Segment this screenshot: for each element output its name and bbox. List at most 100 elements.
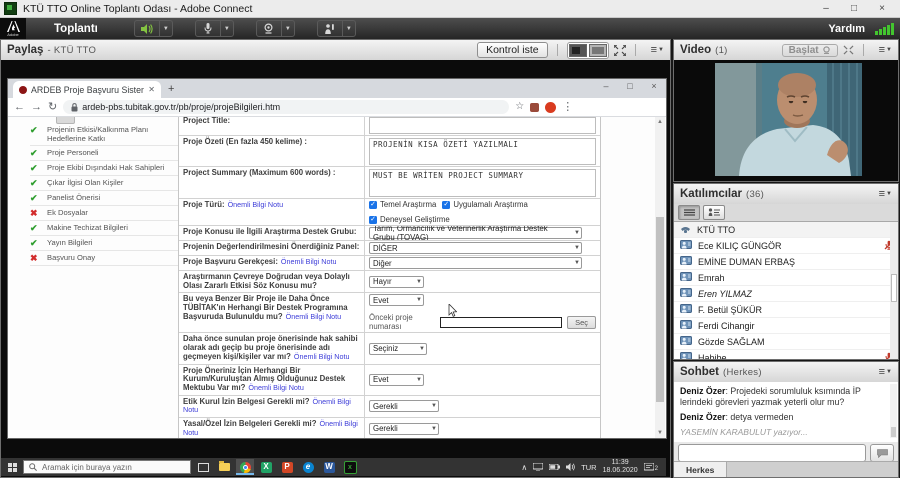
checkbox-option[interactable]: ✓Uygulamalı Araştırma xyxy=(442,200,528,209)
microphone-icon[interactable] xyxy=(196,21,220,36)
start-button[interactable] xyxy=(1,463,23,472)
help-menu[interactable]: Yardım xyxy=(828,23,865,35)
select-field[interactable]: Hayır▼ xyxy=(369,276,424,288)
checklist-item[interactable]: ✔Makine Techizat Bilgileri xyxy=(30,221,182,236)
checklist-item[interactable]: ✖Başvuru Onay xyxy=(30,251,182,266)
edge-icon[interactable]: e xyxy=(299,459,317,475)
browser-menu-icon[interactable]: ⋮ xyxy=(562,102,573,113)
attendee-list-view-icon[interactable] xyxy=(678,205,700,220)
participant-row[interactable]: Emrah xyxy=(674,270,898,286)
checklist-item[interactable]: ✔Panelist Önerisi xyxy=(30,191,182,206)
battery-icon[interactable] xyxy=(549,464,560,470)
textarea-field[interactable]: PROJENİN KISA ÖZETİ YAZILMALI xyxy=(369,138,596,165)
textarea-field[interactable] xyxy=(369,117,596,134)
scroll-down-icon[interactable]: ▼ xyxy=(655,428,665,438)
select-field[interactable]: Evet▼ xyxy=(369,374,424,386)
webcam-button-group[interactable]: ▼ xyxy=(256,20,295,37)
attendee-status-view-icon[interactable] xyxy=(703,205,725,220)
participant-row[interactable]: F. Betül ŞÜKÜR xyxy=(674,302,898,318)
window-minimize-button[interactable]: – xyxy=(812,0,840,17)
start-webcam-button[interactable]: Başlat xyxy=(782,44,838,57)
participant-row[interactable]: Ferdi Cihangir xyxy=(674,318,898,334)
tab-close-icon[interactable]: ✕ xyxy=(148,85,155,94)
participants-scrollbar[interactable] xyxy=(890,222,898,359)
word-icon[interactable]: W xyxy=(320,459,338,475)
checklist-item[interactable]: ✖Ek Dosyalar xyxy=(30,206,182,221)
request-control-button[interactable]: Kontrol iste xyxy=(477,42,548,58)
share-view-presenter-icon[interactable] xyxy=(569,44,587,57)
reload-icon[interactable]: ↻ xyxy=(48,102,57,113)
page-scrollbar[interactable]: ▲ ▼ xyxy=(655,117,665,438)
back-icon[interactable]: ← xyxy=(14,102,25,113)
chat-pane-menu-icon[interactable]: ≡▼ xyxy=(879,368,892,377)
browser-tab[interactable]: ARDEB Proje Başvuru Sistemi ✕ xyxy=(13,81,161,98)
forward-icon[interactable]: → xyxy=(31,102,42,113)
checklist-item[interactable]: ✔Projenin Etkisi/Kalkınma Planı Hedefler… xyxy=(30,123,182,146)
share-fullscreen-icon[interactable] xyxy=(614,45,626,56)
select-field[interactable]: Evet▼ xyxy=(369,294,424,306)
share-view-toggle[interactable] xyxy=(567,42,609,59)
explorer-icon[interactable] xyxy=(215,459,233,475)
previous-project-number-input[interactable] xyxy=(440,317,562,328)
video-fullscreen-icon[interactable] xyxy=(843,45,854,55)
excel-icon[interactable]: X xyxy=(257,459,275,475)
taskbar-search[interactable]: Aramak için buraya yazın xyxy=(23,460,191,474)
extension-icon[interactable] xyxy=(530,103,539,112)
textarea-field[interactable]: MUST BE WRİTEN PROJECT SUMMARY xyxy=(369,169,596,197)
window-close-button[interactable]: × xyxy=(868,0,896,17)
profile-avatar[interactable] xyxy=(545,102,556,113)
chat-input[interactable] xyxy=(678,444,866,462)
raise-hand-button-group[interactable]: ▼ xyxy=(317,20,356,37)
checklist-item[interactable]: ✔Yayın Bilgileri xyxy=(30,236,182,251)
participant-row[interactable]: Gözde SAĞLAM xyxy=(674,334,898,350)
bookmark-star-icon[interactable]: ☆ xyxy=(515,102,524,112)
checklist-item[interactable]: ✔Proje Personeli xyxy=(30,146,182,161)
chrome-icon[interactable] xyxy=(236,459,254,475)
chat-tab-herkes[interactable]: Herkes xyxy=(674,462,727,477)
network-icon[interactable] xyxy=(533,463,543,471)
select-field[interactable]: Gerekli▼ xyxy=(369,400,439,412)
new-tab-button[interactable]: + xyxy=(168,83,174,95)
microphone-button-group[interactable]: ▼ xyxy=(195,20,234,37)
participant-row[interactable]: Eren YILMAZ xyxy=(674,286,898,302)
select-project-button[interactable]: Seç xyxy=(567,316,596,329)
microphone-dropdown-icon[interactable]: ▼ xyxy=(220,21,233,36)
checkbox-option[interactable]: ✓Deneysel Geliştirme xyxy=(369,215,450,224)
participant-row[interactable]: Habibe xyxy=(674,350,898,359)
task-view-icon[interactable] xyxy=(194,459,212,475)
menu-toplanti[interactable]: Toplantı xyxy=(44,23,108,35)
info-note-link[interactable]: Önemli Bilgi Notu xyxy=(228,200,284,209)
scrollbar-thumb[interactable] xyxy=(656,217,664,402)
webcam-dropdown-icon[interactable]: ▼ xyxy=(281,21,294,36)
browser-minimize-button[interactable]: – xyxy=(594,79,618,95)
scroll-up-icon[interactable]: ▲ xyxy=(655,117,665,127)
tray-clock[interactable]: 11:39 18.06.2020 xyxy=(603,459,638,475)
info-note-link[interactable]: Önemli Bilgi Notu xyxy=(248,383,304,392)
tray-expand-icon[interactable]: ∧ xyxy=(521,463,527,472)
speaker-button-group[interactable]: ▼ xyxy=(134,20,173,37)
address-bar[interactable]: ardeb-pbs.tubitak.gov.tr/pb/proje/projeB… xyxy=(63,100,509,114)
participant-row[interactable]: EMİNE DUMAN ERBAŞ xyxy=(674,254,898,270)
video-pane-menu-icon[interactable]: ≡▼ xyxy=(879,46,892,55)
powerpoint-icon[interactable]: P xyxy=(278,459,296,475)
select-field[interactable]: Gerekli▼ xyxy=(369,423,439,435)
participants-pane-menu-icon[interactable]: ≡▼ xyxy=(879,190,892,199)
select-field[interactable]: Seçiniz▼ xyxy=(369,343,427,355)
chat-send-button[interactable] xyxy=(870,444,894,462)
info-note-link[interactable]: Önemli Bilgi Notu xyxy=(294,352,350,361)
participant-row[interactable]: Ece KILIÇ GÜNGÖR xyxy=(674,238,898,254)
checklist-item[interactable]: ✔Çıkar İlgisi Olan Kişiler xyxy=(30,176,182,191)
checkbox-option[interactable]: ✓Temel Araştırma xyxy=(369,200,436,209)
raise-hand-dropdown-icon[interactable]: ▼ xyxy=(342,21,355,36)
chat-scrollbar[interactable] xyxy=(890,384,897,438)
raise-hand-icon[interactable] xyxy=(318,21,342,36)
volume-icon[interactable] xyxy=(566,463,575,471)
browser-maximize-button[interactable]: □ xyxy=(618,79,642,95)
browser-close-button[interactable]: × xyxy=(642,79,666,95)
language-indicator[interactable]: TUR xyxy=(581,463,596,472)
share-view-full-icon[interactable] xyxy=(589,44,607,57)
webcam-icon[interactable] xyxy=(257,21,281,36)
select-field[interactable]: Tarım, Ormancılık ve Veterinerlik Araştı… xyxy=(369,227,582,239)
window-maximize-button[interactable]: □ xyxy=(840,0,868,17)
select-field[interactable]: DİĞER▼ xyxy=(369,242,582,254)
